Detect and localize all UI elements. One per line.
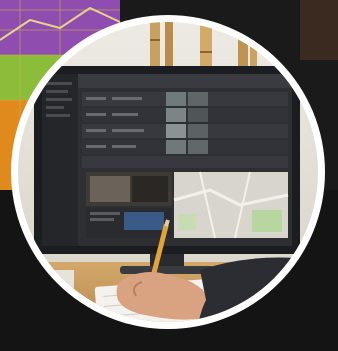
screen-table bbox=[82, 92, 288, 168]
photo-scene bbox=[11, 15, 325, 329]
screen-map bbox=[173, 171, 289, 239]
photo-content bbox=[18, 22, 318, 322]
